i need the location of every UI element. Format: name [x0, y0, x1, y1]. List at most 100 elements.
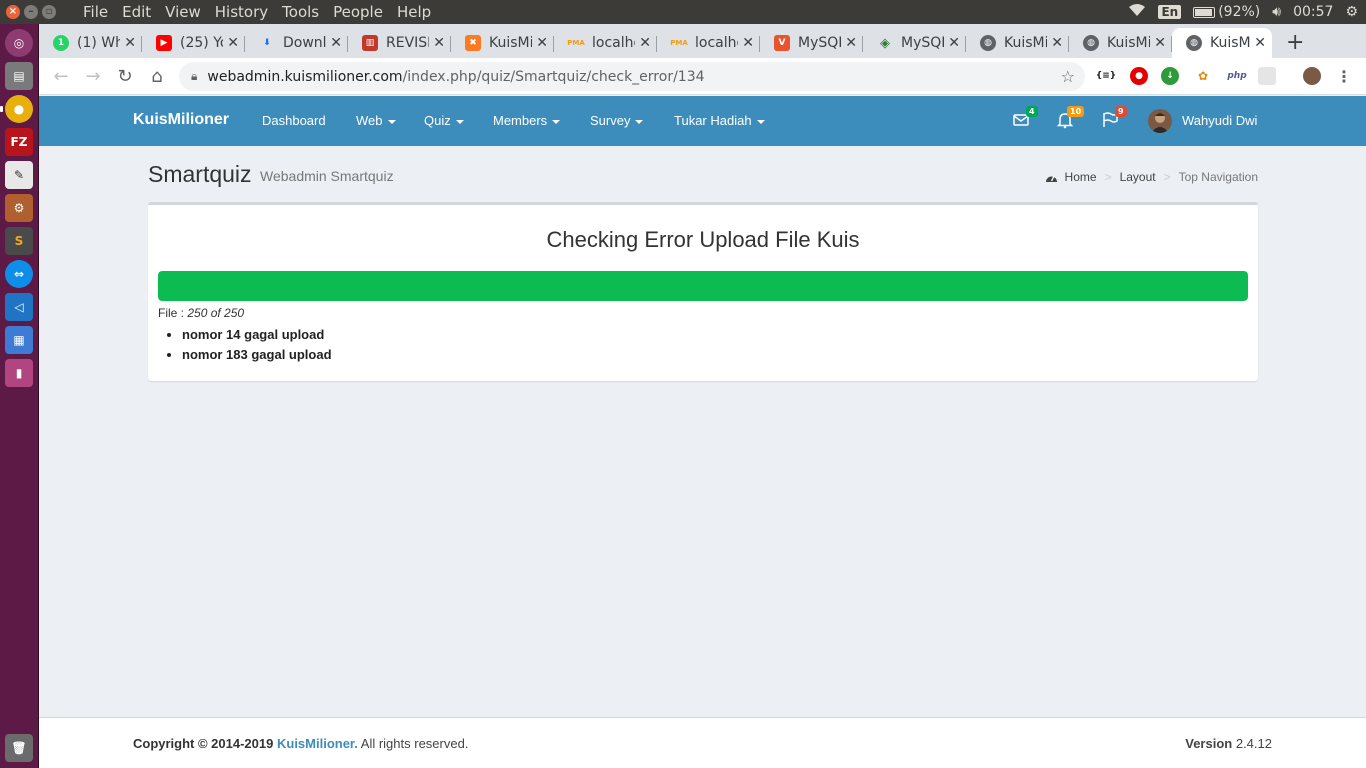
nav-dashboard-label: Dashboard [262, 113, 326, 128]
tab-close-icon[interactable]: ✕ [227, 35, 239, 51]
tab-close-icon[interactable]: ✕ [124, 35, 136, 51]
messages-menu[interactable]: 4 [1012, 106, 1038, 131]
kebab-menu-icon[interactable]: ⋮ [1335, 67, 1353, 86]
menu-view[interactable]: View [158, 3, 208, 21]
menu-tools[interactable]: Tools [275, 3, 326, 21]
tab-close-icon[interactable]: ✕ [1254, 35, 1266, 51]
usb-creator-icon[interactable]: ▮ [5, 359, 33, 387]
vscode-icon[interactable]: ◁ [5, 293, 33, 321]
browser-toolbar: ← → ↻ ⌂ 🔒︎ webadmin.kuismilioner.com/ind… [39, 58, 1366, 95]
trash-icon[interactable]: 🗑︎ [5, 734, 33, 762]
tab-close-icon[interactable]: ✕ [742, 35, 754, 51]
browser-tab[interactable]: PMA localhost✕ [657, 28, 760, 58]
bookmark-star-icon[interactable]: ☆ [1061, 67, 1075, 86]
browser-tab[interactable]: ◍ KuisMilioner✕ [1069, 28, 1172, 58]
forward-arrow-icon[interactable]: → [77, 66, 109, 87]
browser-tab[interactable]: ▶ (25) YouTube✕ [142, 28, 245, 58]
document-viewer-icon[interactable]: ▦ [5, 326, 33, 354]
reload-icon[interactable]: ↻ [109, 66, 141, 87]
dash-home-icon[interactable]: ◎ [5, 29, 33, 57]
browser-tab[interactable]: ◍ KuisMilioner✕ [966, 28, 1069, 58]
clock[interactable]: 00:57 [1293, 4, 1333, 20]
tab-close-icon[interactable]: ✕ [845, 35, 857, 51]
notifications-count-badge: 10 [1067, 106, 1085, 117]
nav-tukar-hadiah-label: Tukar Hadiah [674, 113, 752, 128]
breadcrumb-current: Top Navigation [1178, 170, 1258, 184]
keyboard-layout-indicator[interactable]: En [1158, 5, 1182, 19]
browser-tab[interactable]: 1 (1) WhatsApp✕ [39, 28, 142, 58]
filezilla-icon[interactable]: FZ [5, 128, 33, 156]
browser-tab[interactable]: ⬇ Downloads✕ [245, 28, 348, 58]
tasks-menu[interactable]: 9 [1101, 106, 1127, 131]
tab-close-icon[interactable]: ✕ [330, 35, 342, 51]
json-formatter-extension-icon[interactable]: {≡} [1096, 67, 1116, 85]
tab-close-icon[interactable]: ✕ [1154, 35, 1166, 51]
phpmyadmin-icon: PMA [567, 39, 585, 47]
nav-dashboard[interactable]: Dashboard [262, 113, 326, 128]
notifications-menu[interactable]: 10 [1056, 106, 1085, 131]
battery-indicator[interactable]: (92%) [1193, 4, 1260, 20]
file-manager-icon[interactable]: ▤ [5, 62, 33, 90]
caret-down-icon [756, 119, 765, 124]
browser-tab[interactable]: ▥ REVISI ✕ [348, 28, 451, 58]
text-editor-icon[interactable]: ✎ [5, 161, 33, 189]
nav-survey-dropdown[interactable]: Survey [590, 113, 644, 128]
nav-quiz-dropdown[interactable]: Quiz [424, 113, 464, 128]
window-close-button[interactable]: × [6, 5, 20, 19]
flower-extension-icon[interactable]: ✿ [1194, 67, 1212, 85]
tab-close-icon[interactable]: ✕ [433, 35, 445, 51]
tab-title: (25) YouTube [180, 35, 223, 51]
address-bar[interactable]: 🔒︎ webadmin.kuismilioner.com/index.php/q… [179, 62, 1085, 91]
browser-tab[interactable]: PMA localhost✕ [554, 28, 657, 58]
download-icon: ⬇ [263, 38, 271, 48]
tab-close-icon[interactable]: ✕ [1051, 35, 1063, 51]
menu-help[interactable]: Help [390, 3, 438, 21]
user-name[interactable]: Wahyudi Dwi [1182, 113, 1257, 128]
new-tab-button[interactable]: + [1286, 28, 1304, 58]
browser-tab[interactable]: ◈ MySQL✕ [863, 28, 966, 58]
url-path: /index.php/quiz/Smartquiz/check_error/13… [402, 68, 705, 85]
nav-web-dropdown[interactable]: Web [356, 113, 396, 128]
window-maximize-button[interactable]: ▫ [42, 5, 56, 19]
tab-close-icon[interactable]: ✕ [948, 35, 960, 51]
menu-edit[interactable]: Edit [115, 3, 158, 21]
adblock-extension-icon[interactable]: ● [1130, 67, 1148, 85]
blank-extension-icon[interactable] [1258, 67, 1276, 85]
window-minimize-button[interactable]: – [24, 5, 38, 19]
os-top-panel: × – ▫ File Edit View History Tools Peopl… [0, 0, 1366, 24]
menu-file[interactable]: File [76, 3, 115, 21]
tab-title: KuisMilioner [1210, 35, 1251, 51]
window-controls: × – ▫ [6, 5, 66, 19]
copyright-suffix: All rights reserved. [357, 736, 469, 751]
menu-history[interactable]: History [208, 3, 275, 21]
version-label: Version [1185, 736, 1233, 751]
settings-gear-icon[interactable]: ⚙ [1345, 4, 1358, 20]
app-navbar: KuisMilioner Dashboard Web Quiz Members … [39, 96, 1366, 146]
idm-extension-icon[interactable]: ↓ [1161, 67, 1179, 85]
page-footer: Copyright © 2014-2019 KuisMilioner. All … [39, 717, 1366, 768]
user-avatar[interactable] [1148, 109, 1172, 133]
menu-people[interactable]: People [326, 3, 390, 21]
back-arrow-icon[interactable]: ← [45, 66, 77, 87]
tab-close-icon[interactable]: ✕ [639, 35, 651, 51]
tab-close-icon[interactable]: ✕ [536, 35, 548, 51]
teamviewer-icon[interactable]: ⇔ [5, 260, 33, 288]
brand-logo[interactable]: KuisMilioner [133, 111, 229, 129]
nav-tukar-hadiah-dropdown[interactable]: Tukar Hadiah [674, 113, 765, 128]
home-icon[interactable]: ⌂ [141, 66, 173, 87]
breadcrumb-home[interactable]: Home [1065, 170, 1097, 184]
breadcrumb-layout[interactable]: Layout [1120, 170, 1156, 184]
system-tray: En (92%) 🔊︎ 00:57 ⚙ [1128, 3, 1366, 21]
volume-icon[interactable]: 🔊︎ [1272, 4, 1281, 20]
browser-tab-active[interactable]: ◍ KuisMilioner✕ [1172, 28, 1272, 58]
browser-tab[interactable]: V MySQL✕ [760, 28, 863, 58]
chrome-icon[interactable]: ● [5, 95, 33, 123]
wifi-icon[interactable] [1128, 3, 1146, 21]
copyright-brand-link[interactable]: KuisMilioner. [277, 736, 358, 751]
nav-members-dropdown[interactable]: Members [493, 113, 561, 128]
browser-tab[interactable]: ✖ KuisMilioner✕ [451, 28, 554, 58]
sublime-text-icon[interactable]: S [5, 227, 33, 255]
system-tools-icon[interactable]: ⚙ [5, 194, 33, 222]
profile-avatar-icon[interactable] [1303, 67, 1321, 85]
php-extension-icon[interactable]: php [1225, 67, 1249, 85]
